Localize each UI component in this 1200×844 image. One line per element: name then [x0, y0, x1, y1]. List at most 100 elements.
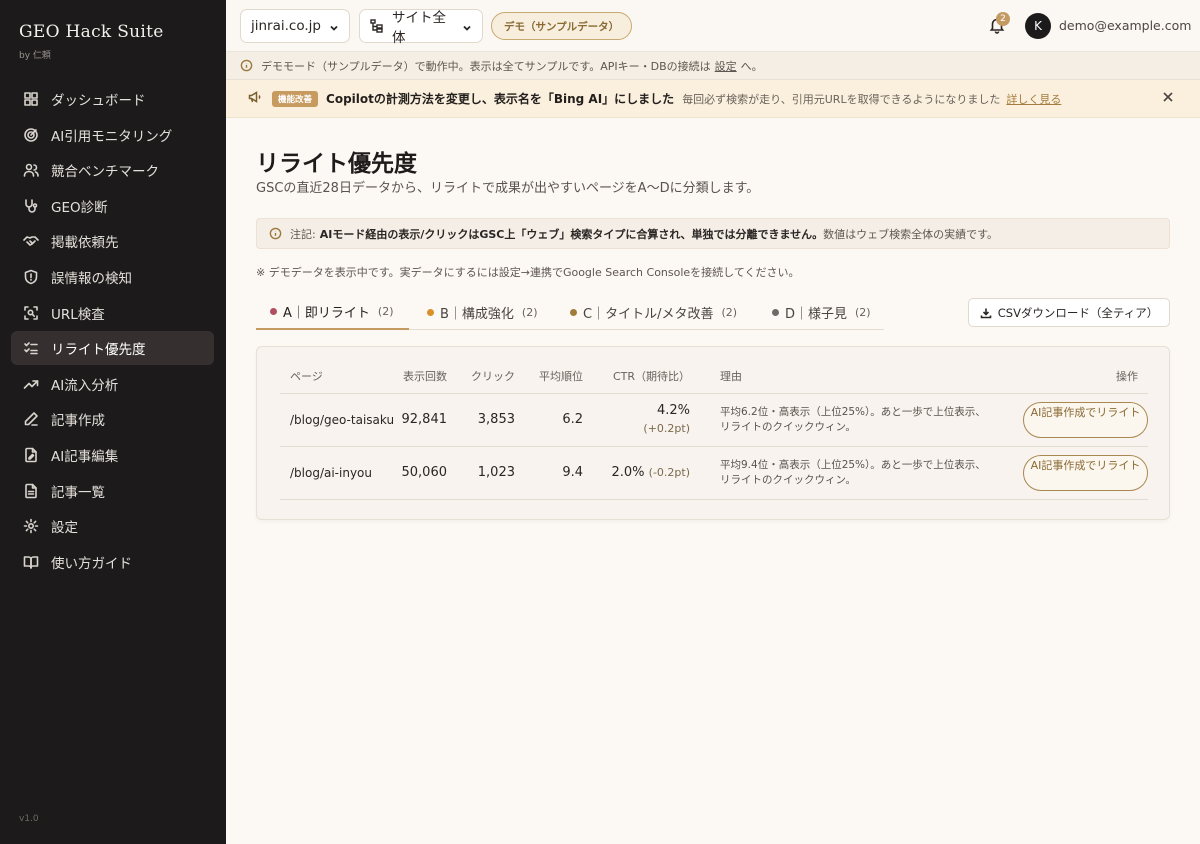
book-icon: [23, 554, 39, 570]
close-icon[interactable]: [1162, 91, 1176, 105]
ctr-value: 2.0%: [611, 465, 645, 480]
scope-select-value: サイト全体: [392, 10, 446, 46]
list-checks-icon: [23, 340, 39, 356]
sidebar-item-label: AI流入分析: [51, 377, 119, 394]
file-edit-icon: [23, 447, 39, 463]
demo-mode-badge: デモ（サンプルデータ）: [491, 12, 633, 40]
app-title: GEO Hack Suite: [19, 22, 164, 42]
note-rest: 数値はウェブ検索全体の実績です。: [823, 227, 999, 241]
sidebar-item-label: 競合ベンチマーク: [51, 164, 159, 181]
page-title: リライト優先度: [256, 151, 417, 177]
feature-update-banner: 機能改善 Copilotの計測方法を変更し、表示名を「Bing AI」にしました…: [226, 80, 1200, 118]
topbar: jinrai.co.jp サイト全体 デモ（サンプルデータ） 2 K demo@…: [226, 0, 1200, 52]
scan-search-icon: [23, 305, 39, 321]
csv-button-label: CSVダウンロード（全ティア）: [997, 305, 1159, 320]
sidebar-item-benchmark[interactable]: 競合ベンチマーク: [11, 153, 214, 187]
sidebar-item-rewrite-priority[interactable]: リライト優先度: [11, 331, 214, 366]
gear-icon: [23, 518, 39, 534]
table-row: /blog/geo-taisaku 92,841 3,853 6.2 4.2% …: [280, 393, 1148, 447]
sidebar-item-label: AI引用モニタリング: [51, 128, 173, 145]
row-position: 6.2: [523, 393, 591, 447]
tier-b-dot: [427, 308, 434, 316]
ctr-delta: (+0.2pt): [643, 421, 690, 435]
sidebar-item-settings[interactable]: 設定: [11, 509, 214, 543]
csv-download-button[interactable]: CSVダウンロード（全ティア）: [968, 298, 1170, 327]
row-ctr: 2.0% (-0.2pt): [591, 446, 698, 500]
row-impressions: 92,841: [400, 393, 455, 447]
sidebar-item-ai-edit[interactable]: AI記事編集: [11, 438, 214, 472]
version-label: v1.0: [19, 814, 39, 824]
tab-count: (2): [377, 304, 394, 318]
domain-select[interactable]: jinrai.co.jp: [240, 9, 350, 43]
col-action: 操作: [986, 359, 1148, 394]
note-prefix: 注記:: [290, 227, 316, 241]
info-icon: [269, 227, 282, 240]
settings-link[interactable]: 設定: [715, 58, 737, 74]
sidebar-item-label: GEO診断: [51, 199, 108, 216]
ai-rewrite-button[interactable]: AI記事作成でリライト: [1023, 401, 1148, 438]
chevron-down-icon: [329, 21, 339, 31]
info-icon: [240, 59, 253, 72]
sidebar-item-geo-diagnosis[interactable]: GEO診断: [11, 189, 214, 223]
tab-tier-c[interactable]: C｜タイトル/メタ改善 (2): [570, 294, 737, 330]
sidebar-item-placement[interactable]: 掲載依頼先: [11, 224, 214, 258]
sidebar-item-ai-traffic[interactable]: AI流入分析: [11, 367, 214, 401]
download-icon: [980, 308, 992, 318]
table-header-row: ページ 表示回数 クリック 平均順位 CTR（期待比） 理由 操作: [280, 359, 1148, 394]
sidebar-item-ai-citation[interactable]: AI引用モニタリング: [11, 118, 214, 152]
sidebar-item-label: 誤情報の検知: [51, 270, 132, 287]
row-page-path[interactable]: /blog/geo-taisaku: [280, 393, 400, 447]
dashboard-icon: [23, 91, 39, 107]
demo-banner-text: デモモード（サンプルデータ）で動作中。表示は全てサンプルです。APIキー・DBの…: [261, 59, 711, 73]
learn-more-link[interactable]: 詳しく見る: [1006, 91, 1061, 107]
sidebar-nav: ダッシュボード AI引用モニタリング 競合ベンチマーク GEO診断 掲載依頼先 …: [11, 82, 214, 580]
tier-d-dot: [772, 308, 779, 316]
row-action: AI記事作成でリライト: [986, 446, 1148, 500]
avatar[interactable]: K: [1025, 13, 1051, 39]
sidebar-item-article-list[interactable]: 記事一覧: [11, 474, 214, 508]
update-title: Copilotの計測方法を変更し、表示名を「Bing AI」にしました: [326, 92, 675, 106]
scope-select[interactable]: サイト全体: [359, 9, 483, 46]
rewrite-table: ページ 表示回数 クリック 平均順位 CTR（期待比） 理由 操作 /blog/…: [280, 359, 1148, 500]
file-text-icon: [23, 483, 39, 499]
tab-tier-d[interactable]: D｜様子見 (2): [772, 294, 871, 330]
sidebar-item-label: 記事作成: [51, 413, 105, 430]
users-icon: [23, 162, 39, 178]
rewrite-table-card: ページ 表示回数 クリック 平均順位 CTR（期待比） 理由 操作 /blog/…: [256, 346, 1170, 520]
brand: GEO Hack Suite by 仁頼: [19, 22, 164, 61]
sidebar-item-article-create[interactable]: 記事作成: [11, 402, 214, 436]
col-ctr: CTR（期待比）: [591, 359, 698, 394]
row-page-path[interactable]: /blog/ai-inyou: [280, 446, 400, 500]
note-box: 注記: AIモード経由の表示/クリックはGSC上「ウェブ」検索タイプに合算され、…: [256, 218, 1170, 249]
col-impressions: 表示回数: [400, 359, 455, 394]
sidebar: GEO Hack Suite by 仁頼 ダッシュボード AI引用モニタリング …: [0, 0, 226, 844]
tab-label: A｜即リライト: [283, 305, 370, 321]
radar-icon: [23, 127, 39, 143]
note-bold: AIモード経由の表示/クリックはGSC上「ウェブ」検索タイプに合算され、単独では…: [319, 227, 824, 241]
notification-badge: 2: [996, 12, 1010, 26]
sidebar-item-label: 記事一覧: [51, 484, 105, 501]
sidebar-item-guide[interactable]: 使い方ガイド: [11, 545, 214, 579]
tier-a-dot: [270, 307, 277, 315]
update-description: 毎回必ず検索が走り、引用元URLを取得できるようになりました: [682, 92, 1001, 106]
col-position: 平均順位: [523, 359, 591, 394]
row-action: AI記事作成でリライト: [986, 393, 1148, 447]
row-clicks: 1,023: [455, 446, 523, 500]
ai-rewrite-button[interactable]: AI記事作成でリライト: [1023, 454, 1148, 491]
sidebar-item-dashboard[interactable]: ダッシュボード: [11, 82, 214, 116]
row-reason: 平均6.2位・高表示（上位25%）。あと一歩で上位表示、リライトのクイックウィン…: [698, 393, 986, 447]
megaphone-icon: [248, 90, 262, 107]
tier-tabs: A｜即リライト (2) B｜構成強化 (2) C｜タイトル/メタ改善 (2) D…: [256, 294, 884, 330]
tier-c-dot: [570, 308, 577, 316]
stethoscope-icon: [23, 198, 39, 214]
sidebar-item-misinfo[interactable]: 誤情報の検知: [11, 260, 214, 294]
feature-tag: 機能改善: [272, 90, 319, 107]
app-subtitle: by 仁頼: [19, 51, 51, 61]
tab-tier-a[interactable]: A｜即リライト (2): [256, 294, 409, 330]
user-email[interactable]: demo@example.com: [1059, 18, 1191, 33]
ctr-delta: (-0.2pt): [648, 466, 690, 479]
row-position: 9.4: [523, 446, 591, 500]
tab-tier-b[interactable]: B｜構成強化 (2): [427, 294, 538, 330]
sidebar-item-label: 使い方ガイド: [51, 555, 132, 572]
sidebar-item-url-inspect[interactable]: URL検査: [11, 296, 214, 330]
